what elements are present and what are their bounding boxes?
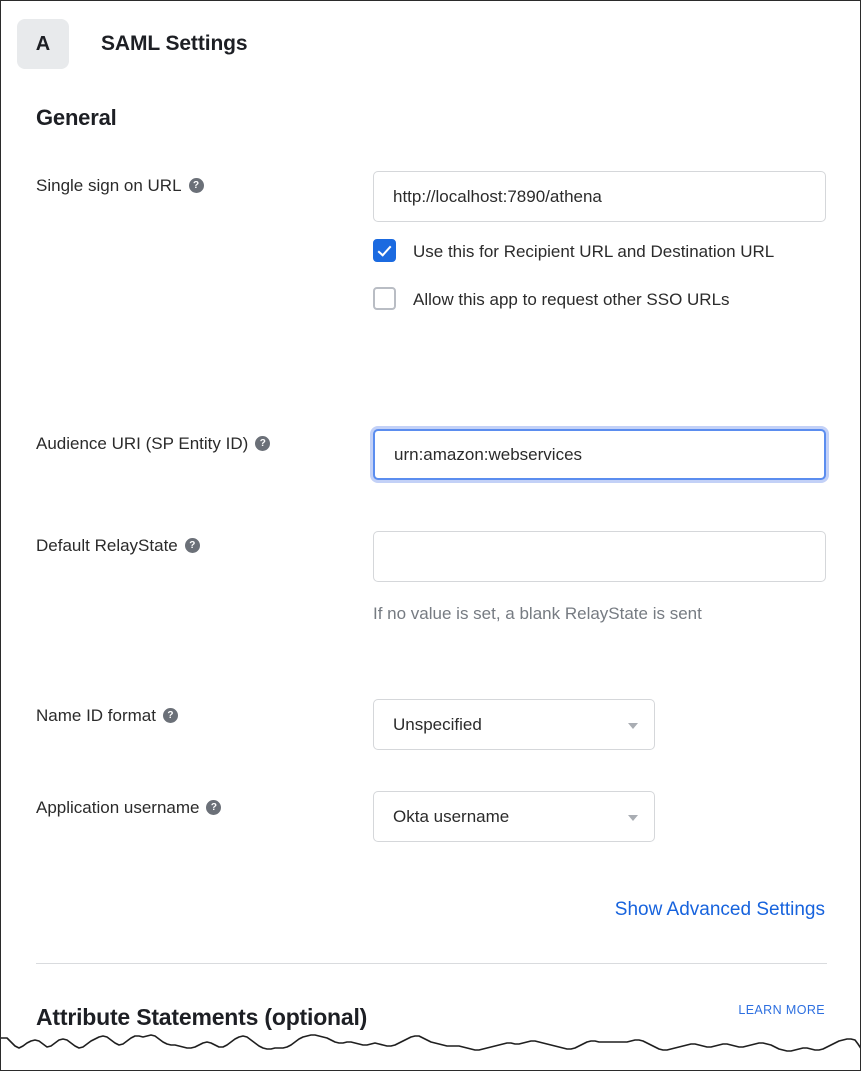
label-sso-url-text: Single sign on URL (36, 176, 182, 195)
question-mark-icon[interactable]: ? (163, 708, 178, 723)
control-name-id-format: Unspecified (373, 699, 655, 750)
label-audience-uri-text: Audience URI (SP Entity ID) (36, 434, 248, 453)
section-divider (36, 963, 827, 964)
question-mark-icon[interactable]: ? (206, 800, 221, 815)
torn-paper-edge (1, 1024, 861, 1070)
control-sso-url: Use this for Recipient URL and Destinati… (373, 171, 833, 318)
app-badge-icon: A (17, 19, 69, 69)
sso-url-input[interactable] (373, 171, 826, 222)
label-application-username: Application username? (36, 793, 354, 823)
name-id-format-select[interactable]: Unspecified (373, 699, 655, 750)
default-relaystate-hint: If no value is set, a blank RelayState i… (373, 596, 813, 632)
question-mark-icon[interactable]: ? (255, 436, 270, 451)
label-default-relaystate-text: Default RelayState (36, 536, 178, 555)
saml-settings-page: A SAML Settings General Single sign on U… (0, 0, 861, 1071)
learn-more-link[interactable]: LEARN MORE (738, 1003, 825, 1017)
application-username-selected-value: Okta username (393, 807, 509, 827)
section-heading-general: General (36, 105, 117, 131)
label-application-username-text: Application username (36, 798, 199, 817)
page-title: SAML Settings (101, 32, 248, 56)
checkbox-row-recipient-url[interactable]: Use this for Recipient URL and Destinati… (373, 234, 833, 270)
label-sso-url: Single sign on URL? (36, 171, 354, 201)
control-audience-uri (373, 429, 826, 480)
label-audience-uri: Audience URI (SP Entity ID)? (36, 429, 354, 459)
application-username-select[interactable]: Okta username (373, 791, 655, 842)
label-name-id-format-text: Name ID format (36, 706, 156, 725)
recipient-url-checkbox-label: Use this for Recipient URL and Destinati… (413, 234, 774, 270)
show-advanced-settings-link[interactable]: Show Advanced Settings (615, 899, 825, 921)
audience-uri-input[interactable] (373, 429, 826, 480)
app-header: A SAML Settings (17, 19, 248, 69)
chevron-down-icon[interactable] (628, 723, 638, 729)
other-sso-urls-checkbox-label: Allow this app to request other SSO URLs (413, 282, 730, 318)
question-mark-icon[interactable]: ? (189, 178, 204, 193)
control-default-relaystate: If no value is set, a blank RelayState i… (373, 531, 826, 632)
label-name-id-format: Name ID format? (36, 701, 354, 731)
question-mark-icon[interactable]: ? (185, 538, 200, 553)
recipient-url-checkbox[interactable] (373, 239, 396, 262)
label-default-relaystate: Default RelayState? (36, 531, 354, 561)
checkbox-row-other-sso-urls[interactable]: Allow this app to request other SSO URLs (373, 282, 833, 318)
name-id-format-selected-value: Unspecified (393, 715, 482, 735)
chevron-down-icon[interactable] (628, 815, 638, 821)
other-sso-urls-checkbox[interactable] (373, 287, 396, 310)
control-application-username: Okta username (373, 791, 655, 842)
default-relaystate-input[interactable] (373, 531, 826, 582)
